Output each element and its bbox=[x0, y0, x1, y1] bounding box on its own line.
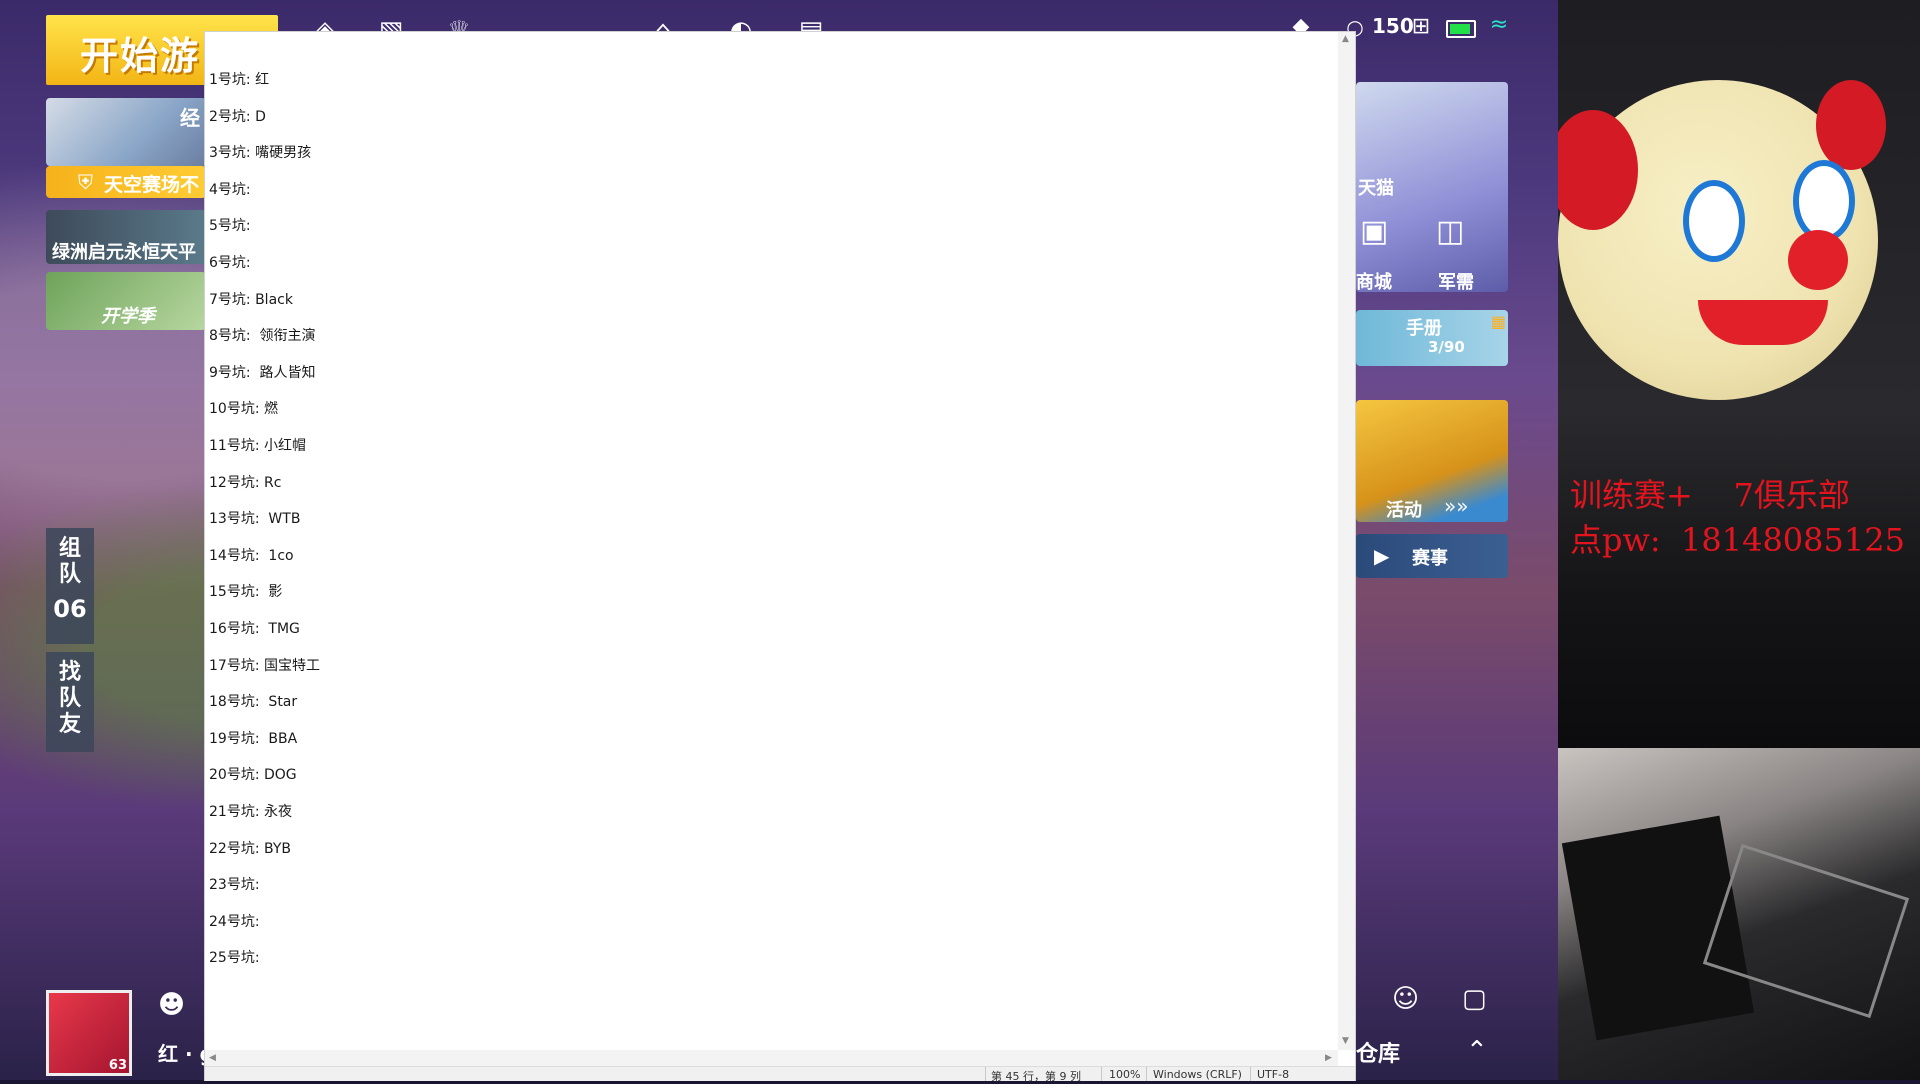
oasis-label: 绿洲启元永恒天平 bbox=[52, 242, 196, 263]
team-tab-label: 组队 bbox=[58, 536, 81, 587]
text-line: 20号坑: DOG bbox=[209, 767, 297, 784]
status-separator bbox=[1146, 1067, 1147, 1081]
activity-label: 活动 bbox=[1386, 500, 1422, 521]
military-label[interactable]: 军需 bbox=[1438, 268, 1474, 292]
oasis-banner[interactable]: 绿洲启元永恒天平 bbox=[46, 210, 206, 264]
team-number: 06 bbox=[53, 595, 87, 623]
clown-eye-left bbox=[1683, 180, 1745, 262]
team-tab[interactable]: 组队 06 bbox=[46, 528, 94, 644]
text-editor[interactable]: 1号坑: 红 2号坑: D 3号坑: 嘴硬男孩 4号坑: 5号坑: 6号坑: 7号坑: Bl… bbox=[205, 32, 1338, 1050]
status-separator bbox=[1101, 1067, 1102, 1081]
avatar[interactable]: 63 bbox=[46, 990, 132, 1076]
clown-hair-right bbox=[1816, 80, 1886, 170]
text-line: 18号坑: Star bbox=[209, 694, 298, 711]
handbook-label: 手册 bbox=[1406, 318, 1442, 339]
webcam-feed bbox=[1558, 748, 1920, 1080]
activity-card[interactable]: 活动 »» bbox=[1356, 400, 1508, 522]
expand-icon[interactable]: ▢ bbox=[1462, 984, 1487, 1014]
wifi-icon: ≈ bbox=[1489, 12, 1509, 37]
vertical-scrollbar[interactable]: ▲ ▼ bbox=[1338, 32, 1355, 1050]
find-team-tab[interactable]: 找队友 bbox=[46, 652, 94, 752]
school-season-banner[interactable]: 开学季 bbox=[46, 272, 206, 330]
text-line: 12号坑: Rc bbox=[209, 474, 282, 491]
overlay-text-line1: 训练赛+ 7俱乐部 bbox=[1570, 476, 1850, 514]
shop-label[interactable]: 商城 bbox=[1356, 268, 1392, 292]
sky-arena-banner[interactable]: ⛨ 天空赛场不 bbox=[46, 166, 206, 198]
clown-nose bbox=[1788, 230, 1848, 290]
text-line: 19号坑: BBA bbox=[209, 730, 298, 747]
sky-arena-label: 天空赛场不 bbox=[104, 174, 200, 196]
scroll-down-icon[interactable]: ▼ bbox=[1342, 1036, 1349, 1046]
text-line: 3号坑: 嘴硬男孩 bbox=[209, 145, 312, 162]
scroll-up-icon[interactable]: ▲ bbox=[1342, 34, 1349, 44]
text-line: 2号坑: D bbox=[209, 108, 266, 125]
promo-card-label: 天猫 bbox=[1358, 178, 1394, 199]
player-level: 63 bbox=[108, 1058, 127, 1073]
text-line: 10号坑: 燃 bbox=[209, 401, 278, 418]
scroll-right-icon[interactable]: ▶ bbox=[1325, 1053, 1332, 1063]
military-icon: ◫ bbox=[1436, 214, 1465, 249]
status-separator bbox=[1250, 1067, 1251, 1081]
notepad-window: 1号坑: 红 2号坑: D 3号坑: 嘴硬男孩 4号坑: 5号坑: 6号坑: 7号坑: Bl… bbox=[205, 32, 1355, 1083]
scroll-left-icon[interactable]: ◀ bbox=[209, 1053, 216, 1063]
text-line: 9号坑: 路人皆知 bbox=[209, 364, 316, 381]
streamer-overlay: 训练赛+ 7俱乐部 点pw: 18148085125 bbox=[1558, 0, 1920, 748]
status-separator bbox=[985, 1067, 986, 1081]
start-game-label: 开始游 bbox=[80, 34, 201, 78]
zoom-level: 100% bbox=[1109, 1068, 1141, 1081]
cursor-position: 第 45 行，第 9 列 bbox=[991, 1070, 1081, 1083]
clown-hair-left bbox=[1558, 110, 1638, 230]
handbook-card[interactable]: 手册 3/90 ▦ bbox=[1356, 310, 1508, 366]
mode-tile-classic-label: 经 bbox=[180, 106, 200, 130]
event-card[interactable]: ▶ 赛事 bbox=[1356, 534, 1508, 578]
collapse-icon[interactable]: ⌃ bbox=[1466, 1036, 1488, 1066]
text-line: 14号坑: 1co bbox=[209, 547, 294, 564]
mode-tile-classic[interactable]: 经 bbox=[46, 98, 206, 166]
promo-card[interactable]: 天猫 ▣ 商城 ◫ 军需 bbox=[1356, 82, 1508, 292]
text-line: 1号坑: 红 bbox=[209, 72, 270, 88]
battery-icon bbox=[1446, 20, 1476, 38]
handbook-progress: 3/90 bbox=[1428, 338, 1465, 356]
shop-icon: ▣ bbox=[1360, 214, 1389, 249]
line-ending: Windows (CRLF) bbox=[1153, 1068, 1242, 1081]
clown-mouth bbox=[1698, 300, 1828, 345]
text-line: 15号坑: 影 bbox=[209, 584, 283, 601]
plus-box-icon: ⊞ bbox=[1411, 14, 1431, 39]
chevrons-icon: »» bbox=[1444, 494, 1469, 518]
clown-sticker bbox=[1558, 80, 1886, 400]
text-line: 21号坑: 永夜 bbox=[209, 804, 292, 820]
school-season-label: 开学季 bbox=[101, 306, 155, 327]
gift-icon: ▦ bbox=[1490, 312, 1506, 331]
text-line: 23号坑: bbox=[209, 877, 260, 894]
event-icon: ▶ bbox=[1374, 544, 1390, 568]
text-line: 22号坑: BYB bbox=[209, 840, 291, 857]
text-line: 7号坑: Black bbox=[209, 291, 293, 308]
friends-icon[interactable]: ☻ bbox=[158, 990, 185, 1020]
text-line: 25号坑: bbox=[209, 950, 260, 967]
text-line: 6号坑: bbox=[209, 255, 251, 271]
warehouse-label[interactable]: 仓库 bbox=[1356, 1036, 1400, 1068]
shield-icon: ⛨ bbox=[78, 170, 93, 194]
text-line: 8号坑: 领衔主演 bbox=[209, 328, 316, 345]
text-line: 17号坑: 国宝特工 bbox=[209, 657, 320, 674]
text-line: 5号坑: bbox=[209, 218, 251, 235]
emote-icon[interactable]: ☺ bbox=[1392, 984, 1419, 1014]
event-label: 赛事 bbox=[1412, 548, 1448, 569]
text-line: 4号坑: bbox=[209, 181, 251, 198]
text-line: 11号坑: 小红帽 bbox=[209, 438, 306, 454]
overlay-text-line2: 点pw: 18148085125 bbox=[1570, 521, 1905, 559]
text-line: 24号坑: bbox=[209, 913, 260, 930]
horizontal-scrollbar[interactable]: ◀ ▶ bbox=[205, 1050, 1338, 1067]
encoding: UTF-8 bbox=[1257, 1068, 1290, 1081]
status-bar: 第 45 行，第 9 列 100% Windows (CRLF) UTF-8 bbox=[205, 1066, 1355, 1083]
text-line: 16号坑: TMG bbox=[209, 621, 300, 637]
find-team-label: 找队友 bbox=[58, 660, 81, 737]
text-line: 13号坑: WTB bbox=[209, 511, 301, 528]
